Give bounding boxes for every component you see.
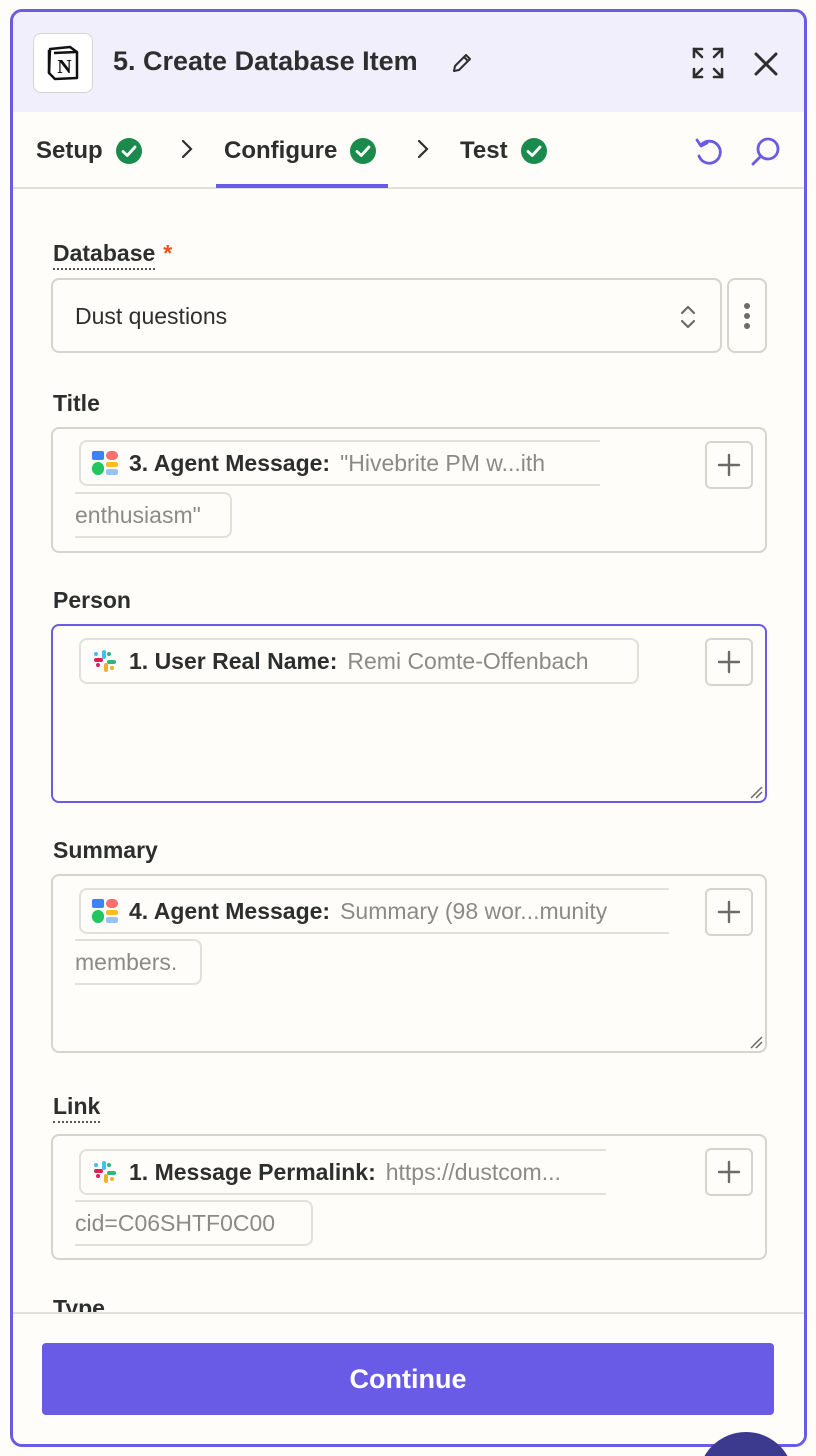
title-pill-value: "Hivebrite PM w...ith <box>340 449 546 476</box>
link-pill-value: https://dustcom... <box>385 1158 561 1185</box>
summary-insert-button[interactable] <box>705 888 753 936</box>
title-field-label: Title <box>53 390 100 416</box>
check-circle-icon <box>520 138 547 164</box>
summary-field-label: Summary <box>53 837 158 863</box>
person-mapped-pill[interactable]: 1. User Real Name: Remi Comte-Offenbach <box>79 638 639 684</box>
expand-icon[interactable] <box>691 46 725 80</box>
link-mapped-pill-continuation[interactable]: cid=C06SHTF0C00 <box>75 1200 313 1246</box>
database-more-button[interactable] <box>727 278 767 353</box>
resize-handle-icon[interactable] <box>747 783 763 799</box>
close-icon[interactable] <box>752 50 780 78</box>
dust-icon <box>92 451 118 475</box>
database-field-label: Database * <box>53 240 173 270</box>
chevron-right-icon <box>181 139 193 159</box>
link-pill-value-cont: cid=C06SHTF0C00 <box>75 1209 276 1236</box>
tab-test[interactable]: Test <box>460 137 548 165</box>
link-pill-label: 1. Message Permalink: <box>129 1158 376 1185</box>
link-label-text: Link <box>53 1093 101 1123</box>
plus-icon <box>717 1160 741 1184</box>
title-mapped-pill-continuation[interactable]: enthusiasm" <box>75 492 232 538</box>
pencil-icon[interactable] <box>449 50 475 76</box>
summary-pill-label: 4. Agent Message: <box>129 897 331 924</box>
tab-configure[interactable]: Configure <box>224 137 377 165</box>
summary-pill-value: Summary (98 wor...munity <box>340 897 608 924</box>
link-field-label: Link <box>53 1093 101 1123</box>
svg-text:N: N <box>57 56 72 78</box>
title-insert-button[interactable] <box>705 441 753 489</box>
more-vertical-icon <box>744 302 750 329</box>
step-header: N 5. Create Database Item <box>13 12 804 112</box>
chevron-right-icon <box>417 139 429 159</box>
database-select[interactable]: Dust questions <box>51 278 722 353</box>
summary-field[interactable]: 4. Agent Message: Summary (98 wor...muni… <box>51 874 767 1053</box>
plus-icon <box>717 453 741 477</box>
active-tab-indicator <box>216 184 388 188</box>
plus-icon <box>717 650 741 674</box>
summary-mapped-pill[interactable]: 4. Agent Message: Summary (98 wor...muni… <box>79 888 669 934</box>
footer-divider <box>13 1312 804 1314</box>
tab-test-label: Test <box>460 137 508 164</box>
slack-icon <box>94 1161 116 1183</box>
title-field[interactable]: 3. Agent Message: "Hivebrite PM w...ith … <box>51 427 767 553</box>
notion-icon: N <box>33 33 93 93</box>
person-pill-value: Remi Comte-Offenbach <box>347 647 589 674</box>
step-tabs: Setup Configure Test <box>13 112 804 189</box>
chevron-up-down-icon <box>680 305 696 329</box>
title-pill-label: 3. Agent Message: <box>129 449 331 476</box>
check-circle-icon <box>115 138 142 164</box>
dust-icon <box>92 899 118 923</box>
slack-icon <box>94 650 116 672</box>
plus-icon <box>717 900 741 924</box>
resize-handle-icon[interactable] <box>747 1033 763 1049</box>
title-mapped-pill[interactable]: 3. Agent Message: "Hivebrite PM w...ith <box>79 440 600 486</box>
check-circle-icon <box>350 138 377 164</box>
link-insert-button[interactable] <box>705 1148 753 1196</box>
person-field-label: Person <box>53 587 131 613</box>
step-editor-panel: N 5. Create Database Item Setup Configur… <box>10 9 807 1447</box>
required-marker: * <box>163 240 173 266</box>
link-mapped-pill[interactable]: 1. Message Permalink: https://dustcom... <box>79 1149 606 1195</box>
person-field[interactable]: 1. User Real Name: Remi Comte-Offenbach <box>51 624 767 803</box>
tab-setup-label: Setup <box>36 137 103 164</box>
person-insert-button[interactable] <box>705 638 753 686</box>
tab-setup[interactable]: Setup <box>36 137 143 165</box>
tab-configure-label: Configure <box>224 137 338 164</box>
search-icon[interactable] <box>750 136 782 168</box>
database-label-text: Database <box>53 240 156 270</box>
continue-button[interactable]: Continue <box>42 1343 774 1415</box>
summary-pill-value-cont: members. <box>75 948 178 975</box>
summary-mapped-pill-continuation[interactable]: members. <box>75 939 202 985</box>
undo-icon[interactable] <box>693 136 725 168</box>
link-field[interactable]: 1. Message Permalink: https://dustcom...… <box>51 1134 767 1260</box>
title-pill-value-cont: enthusiasm" <box>75 501 201 528</box>
database-select-value: Dust questions <box>75 303 228 329</box>
step-title: 5. Create Database Item <box>113 46 418 76</box>
person-pill-label: 1. User Real Name: <box>129 647 338 674</box>
